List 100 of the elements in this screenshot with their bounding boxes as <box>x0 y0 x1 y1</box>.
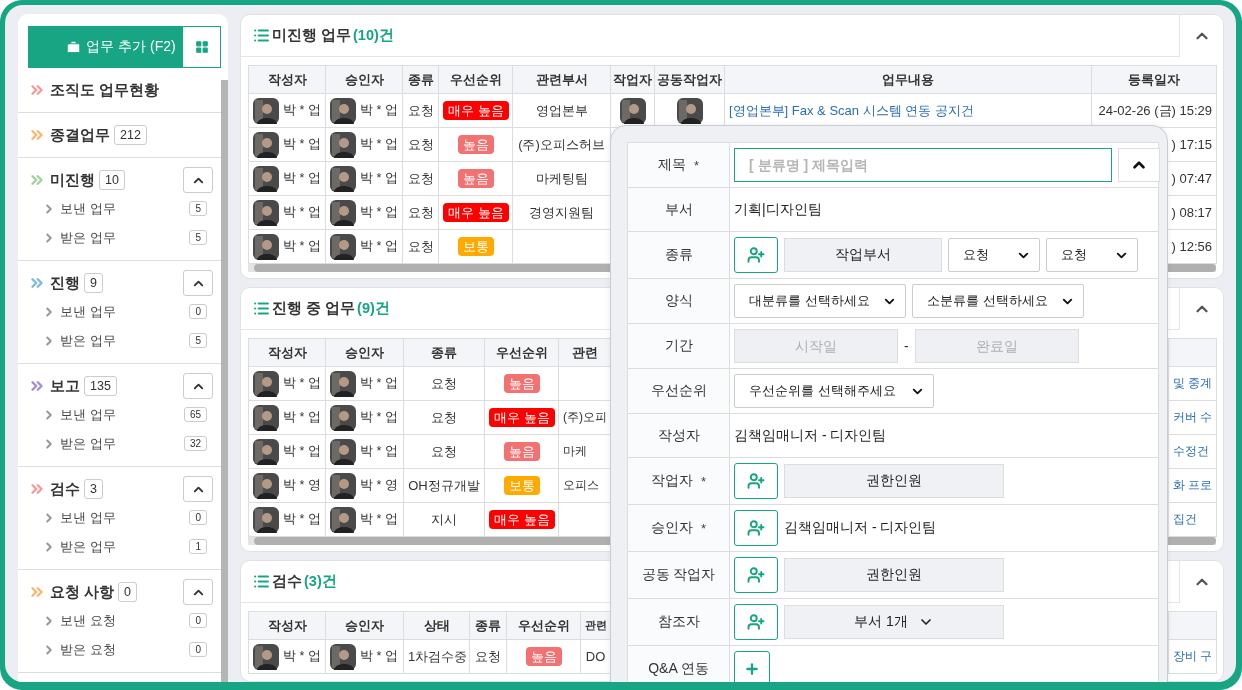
required-mark: * <box>700 473 707 489</box>
person-name: 박 * 업 <box>283 136 321 153</box>
field-label: 승인자 <box>650 519 693 537</box>
count-badge: 0 <box>189 613 207 628</box>
collapse-button[interactable] <box>183 270 213 296</box>
submenu-item[interactable]: 받은 업무 <box>60 331 116 350</box>
date-input[interactable]: 완료일 <box>914 329 1079 363</box>
priority-badge: 매우 높음 <box>443 202 509 222</box>
column-header: 작업자 <box>610 65 655 94</box>
menu-item[interactable]: 진행 <box>50 273 80 293</box>
column-header: 관련부서 <box>512 65 611 94</box>
count-badge: 0 <box>189 510 207 525</box>
menu-item[interactable]: 보고 <box>50 376 80 396</box>
column-header: 우선순위 <box>438 65 513 94</box>
column-header: 작성자 <box>248 611 326 640</box>
column-header: 우선순위 <box>506 611 581 640</box>
range-dash: - <box>904 338 909 354</box>
person-name: 박 * 업 <box>360 648 398 665</box>
date-input[interactable]: 시작일 <box>734 329 898 363</box>
table-cell: 요청 <box>402 229 439 264</box>
person-name: 박 * 업 <box>283 170 321 187</box>
panel-count: (9)건 <box>357 299 390 318</box>
add-user-button[interactable] <box>734 604 778 640</box>
list-icon <box>253 27 270 44</box>
submenu-item[interactable]: 받은 업무 <box>60 537 116 556</box>
person-name: 박 * 업 <box>283 375 321 392</box>
submenu-item[interactable]: 보낸 업무 <box>60 405 116 424</box>
field-label: 양식 <box>664 292 693 310</box>
collapse-button[interactable] <box>183 373 213 399</box>
count-badge: 1 <box>189 539 207 554</box>
panel-count: (3)건 <box>304 572 337 591</box>
title-input[interactable]: [ 분류명 ] 제목입력 <box>734 148 1112 182</box>
person-name: 박 * 업 <box>283 102 321 119</box>
table-cell: OH정규개발 <box>403 468 485 503</box>
add-user-button[interactable] <box>734 463 778 499</box>
menu-item[interactable]: 종결업무 <box>50 125 110 145</box>
submenu-item[interactable]: 받은 요청 <box>60 640 116 659</box>
person-name: 박 * 업 <box>283 648 321 665</box>
collapse-button[interactable] <box>183 579 213 605</box>
add-user-button[interactable] <box>734 510 778 546</box>
select-dropdown[interactable]: 요청 <box>1046 238 1138 272</box>
column-header: 업무내용 <box>724 65 1092 94</box>
add-button[interactable] <box>734 651 770 682</box>
priority-badge: 매우 높음 <box>489 407 555 427</box>
column-header: 승인자 <box>325 65 403 94</box>
table-cell: 영업본부 <box>512 93 611 128</box>
count-badge: 5 <box>189 201 207 216</box>
submenu-item[interactable]: 보낸 업무 <box>60 302 116 321</box>
count-badge: 10 <box>99 170 125 190</box>
select-dropdown[interactable]: 대분류를 선택하세요 <box>734 284 906 318</box>
panel-title: 미진행 업무 <box>272 26 352 45</box>
column-header: 상태 <box>403 611 470 640</box>
field-label: 종류 <box>664 246 693 264</box>
table-cell: 요청 <box>402 93 439 128</box>
column-header: 관련 <box>558 338 611 367</box>
panel-title: 진행 중 업무 <box>272 299 356 318</box>
add-user-button[interactable] <box>734 557 778 593</box>
person-name: 박 * 영 <box>360 477 398 494</box>
table-cell: 요청 <box>403 400 485 435</box>
submenu-item[interactable]: 보낸 업무 <box>60 508 116 527</box>
select-dropdown[interactable]: 요청 <box>948 238 1040 272</box>
picker-field[interactable]: 작업부서 <box>784 238 942 272</box>
vertical-scrollbar[interactable] <box>221 80 228 682</box>
menu-item[interactable]: 미진행 <box>50 170 95 190</box>
menu-item[interactable]: 검수 <box>50 479 80 499</box>
menu-item[interactable]: 요청 사항 <box>50 582 115 602</box>
column-header: 승인자 <box>325 338 404 367</box>
submenu-item[interactable]: 받은 업무 <box>60 228 116 247</box>
select-dropdown[interactable]: 소분류를 선택하세요 <box>912 284 1084 318</box>
collapse-button[interactable] <box>1118 148 1160 182</box>
task-link[interactable]: 집건 <box>1173 512 1197 526</box>
collapse-button[interactable] <box>183 476 213 502</box>
plus-icon <box>744 661 760 677</box>
collapse-button[interactable] <box>183 167 213 193</box>
person-name: 박 * 업 <box>283 511 321 528</box>
person-name: 박 * 업 <box>283 443 321 460</box>
field-label: 참조자 <box>657 613 700 631</box>
count-badge: 9 <box>84 273 103 293</box>
add-user-icon <box>747 613 765 631</box>
count-badge: 32 <box>183 436 207 451</box>
count-badge: 0 <box>118 582 137 602</box>
panel-title: 검수 <box>272 572 302 591</box>
menu-item[interactable]: 조직도 업무현황 <box>50 80 160 100</box>
table-cell: 지시 <box>403 502 485 537</box>
column-header: 종류 <box>469 611 507 640</box>
field-label: 우선순위 <box>650 382 707 400</box>
picker-dropdown[interactable]: 부서 1개 <box>784 605 1004 639</box>
add-user-button[interactable] <box>734 237 778 273</box>
grid-icon <box>194 40 209 54</box>
table-cell: 요청 <box>402 195 439 230</box>
submenu-item[interactable]: 보낸 요청 <box>60 611 116 630</box>
select-dropdown[interactable]: 우선순위를 선택해주세요 <box>734 374 934 408</box>
picker-field[interactable]: 권한인원 <box>784 558 1004 592</box>
count-badge: 5 <box>189 333 207 348</box>
submenu-item[interactable]: 보낸 업무 <box>60 199 116 218</box>
submenu-item[interactable]: 받은 업무 <box>60 434 116 453</box>
picker-field[interactable]: 권한인원 <box>784 464 1004 498</box>
grid-view-button[interactable] <box>182 26 221 68</box>
count-badge: 135 <box>84 376 117 396</box>
field-label: 부서 <box>664 200 693 219</box>
